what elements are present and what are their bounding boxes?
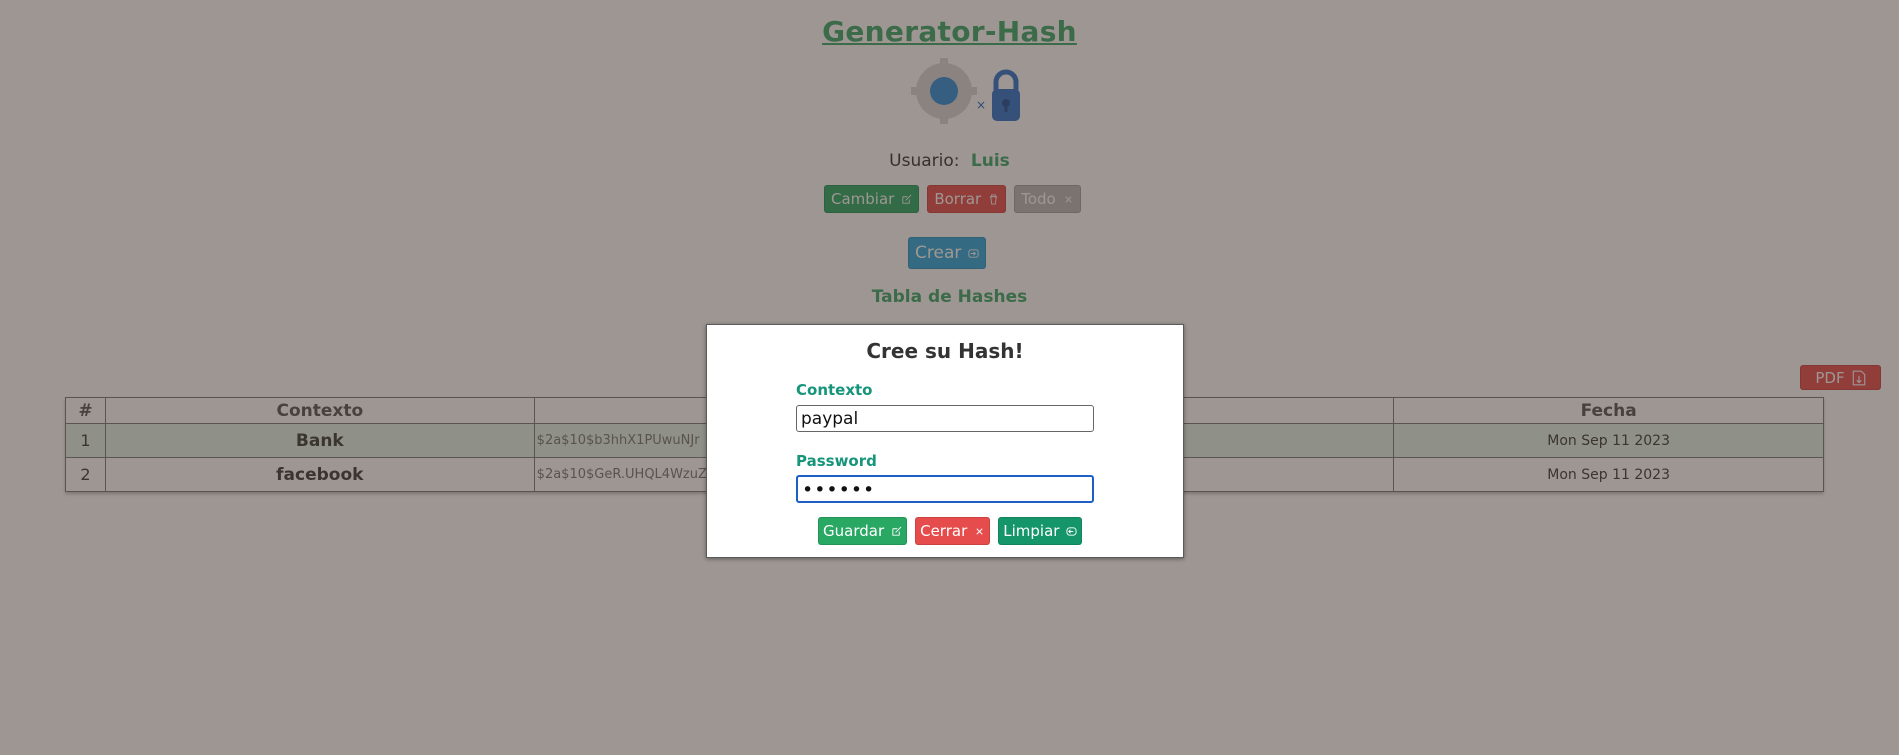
cerrar-label: Cerrar (920, 522, 968, 540)
limpiar-label: Limpiar (1003, 522, 1060, 540)
close-icon (976, 527, 983, 535)
guardar-label: Guardar (823, 522, 885, 540)
password-label: Password (796, 452, 877, 470)
modal-actions: Guardar Cerrar Limpiar (818, 517, 1083, 545)
limpiar-button[interactable]: Limpiar (998, 517, 1083, 545)
logout-icon (1066, 526, 1077, 536)
guardar-button[interactable]: Guardar (818, 517, 908, 545)
modal-title: Cree su Hash! (866, 339, 1024, 363)
edit-icon (892, 526, 902, 536)
cerrar-button[interactable]: Cerrar (915, 517, 991, 545)
contexto-input[interactable] (796, 405, 1094, 432)
password-input[interactable]: •••••• (796, 475, 1094, 503)
create-hash-modal: Cree su Hash! Contexto Password •••••• G… (706, 324, 1184, 558)
contexto-label: Contexto (796, 381, 873, 399)
